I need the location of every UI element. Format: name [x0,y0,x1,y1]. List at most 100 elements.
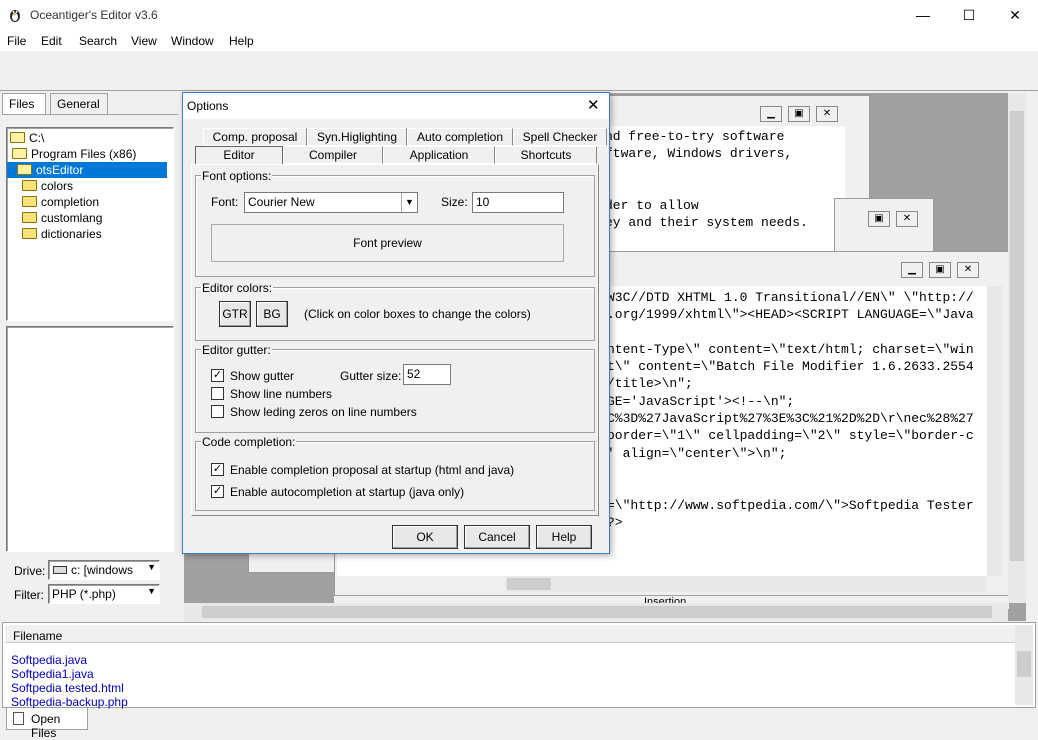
menu-bar: File Edit Search View Window Help [0,31,1038,51]
menu-search[interactable]: Search [79,34,117,48]
vertical-scroll-thumb[interactable] [1017,651,1031,677]
show-gutter-checkbox[interactable]: ✓ [211,369,224,382]
tree-item-otseditor[interactable]: otsEditor [7,162,167,178]
show-leading-zeros-checkbox[interactable] [211,405,224,418]
editor-colors-label: Editor colors: [201,281,274,295]
workspace-horizontal-scrollbar[interactable] [184,603,1008,621]
menu-view[interactable]: View [131,34,157,48]
dialog-title-bar: Options ✕ [183,93,609,119]
close-button[interactable]: ✕ [992,0,1038,31]
ok-button[interactable]: OK [392,525,458,549]
tab-editor[interactable]: Editor [195,146,283,164]
folder-open-icon [17,164,32,175]
folder-open-icon [12,148,27,159]
gutter-size-input[interactable]: 52 [403,364,451,385]
penguin-app-icon [10,10,20,22]
main-vertical-scrollbar[interactable] [987,286,1003,576]
code-line: nd free-to-try software [605,129,785,144]
maximize-button[interactable]: ☐ [946,0,992,31]
enable-autocompletion-label: Enable autocompletion at startup (java o… [230,485,465,499]
mdi-window-middle[interactable]: ▣ ✕ [834,198,934,258]
window-title: Oceantiger's Editor v3.6 [30,8,158,22]
mdi-restore-button[interactable]: ▣ [788,106,810,122]
filename-column-header[interactable]: Filename [5,625,1015,643]
mdi-restore-button[interactable]: ▣ [929,262,951,278]
tab-shortcuts[interactable]: Shortcuts [495,146,597,164]
enable-proposal-checkbox[interactable]: ✓ [211,463,224,476]
menu-edit[interactable]: Edit [41,34,62,48]
mdi-close-button[interactable]: ✕ [896,211,918,227]
tree-item-dictionaries[interactable]: dictionaries [10,226,173,242]
options-dialog: Options ✕ Comp. proposal Syn.Higlighting… [182,92,610,554]
tab-compiler[interactable]: Compiler [283,146,383,164]
gutter-size-label: Gutter size: [340,369,402,383]
code-line: der to allow [605,198,699,214]
open-files-panel: Filename Softpedia.java Softpedia1.java … [2,622,1036,709]
code-line: ?> [607,514,623,530]
document-icon [13,712,24,725]
drive-icon [53,566,67,574]
chevron-down-icon: ▼ [147,586,156,596]
menu-file[interactable]: File [7,34,26,48]
folder-open-icon [10,132,25,143]
tab-spell-checker[interactable]: Spell Checker [513,128,607,146]
folder-icon [22,228,37,239]
show-line-numbers-checkbox[interactable] [211,387,224,400]
tab-application[interactable]: Application [383,146,495,164]
size-label: Size: [441,195,468,209]
tree-item-customlang[interactable]: customlang [10,210,173,226]
left-pane: Files General C:\ Program Files (x86) ot… [2,93,178,613]
main-horizontal-scrollbar[interactable] [505,576,987,592]
help-button[interactable]: Help [536,525,592,549]
vertical-scroll-thumb[interactable] [1010,111,1024,561]
size-input[interactable]: 10 [472,192,564,213]
list-item[interactable]: Softpedia1.java [11,667,128,681]
menu-window[interactable]: Window [171,34,214,48]
dialog-close-icon[interactable]: ✕ [587,96,600,114]
tab-open-files[interactable]: Open Files [6,708,88,740]
tab-auto-completion[interactable]: Auto completion [407,128,513,146]
mdi-close-button[interactable]: ✕ [957,262,979,278]
font-options-label: Font options: [201,169,273,183]
folder-tree[interactable]: C:\ Program Files (x86) otsEditor colors… [6,127,174,321]
list-item[interactable]: Softpedia.java [11,653,128,667]
colors-hint: (Click on color boxes to change the colo… [304,307,531,321]
mdi-close-button[interactable]: ✕ [816,106,838,122]
tree-item-colors[interactable]: colors [10,178,173,194]
tab-general[interactable]: General [50,93,108,114]
mdi-minimize-button[interactable]: ▁ [760,106,782,122]
mdi-restore-button[interactable]: ▣ [868,211,890,227]
chevron-down-icon: ▼ [147,562,156,572]
mdi-minimize-button[interactable]: ▁ [901,262,923,278]
list-item[interactable]: Softpedia tested.html [11,681,128,695]
workspace-vertical-scrollbar[interactable] [1008,93,1026,603]
horizontal-scroll-thumb[interactable] [202,606,992,618]
tree-item-program-files[interactable]: Program Files (x86) [10,146,173,162]
bg-color-button[interactable]: BG [256,301,288,327]
cancel-button[interactable]: Cancel [464,525,530,549]
folder-icon [22,212,37,223]
tree-item-root[interactable]: C:\ [10,130,173,146]
enable-autocompletion-checkbox[interactable]: ✓ [211,485,224,498]
code-line: /title>\n"; [607,376,693,392]
folder-icon [22,180,37,191]
open-files-scrollbar[interactable] [1015,625,1033,705]
drive-select[interactable]: c: [windows ▼ [48,560,160,580]
gtr-color-button[interactable]: GTR [219,301,251,327]
tab-files[interactable]: Files [2,93,46,114]
horizontal-scroll-thumb[interactable] [507,578,551,590]
menu-help[interactable]: Help [229,34,254,48]
tab-comp-proposal[interactable]: Comp. proposal [203,128,307,146]
minimize-button[interactable]: — [900,0,946,31]
list-item[interactable]: Softpedia-backup.php [11,695,128,709]
tree-item-completion[interactable]: completion [10,194,173,210]
toolbar-area [0,51,1038,91]
chevron-down-icon: ▼ [401,193,417,212]
file-list[interactable] [6,326,174,552]
filter-select[interactable]: PHP (*.php) ▼ [48,584,160,604]
tab-syn-highlighting[interactable]: Syn.Higlighting [307,128,407,146]
font-select[interactable]: Courier New ▼ [244,192,418,213]
